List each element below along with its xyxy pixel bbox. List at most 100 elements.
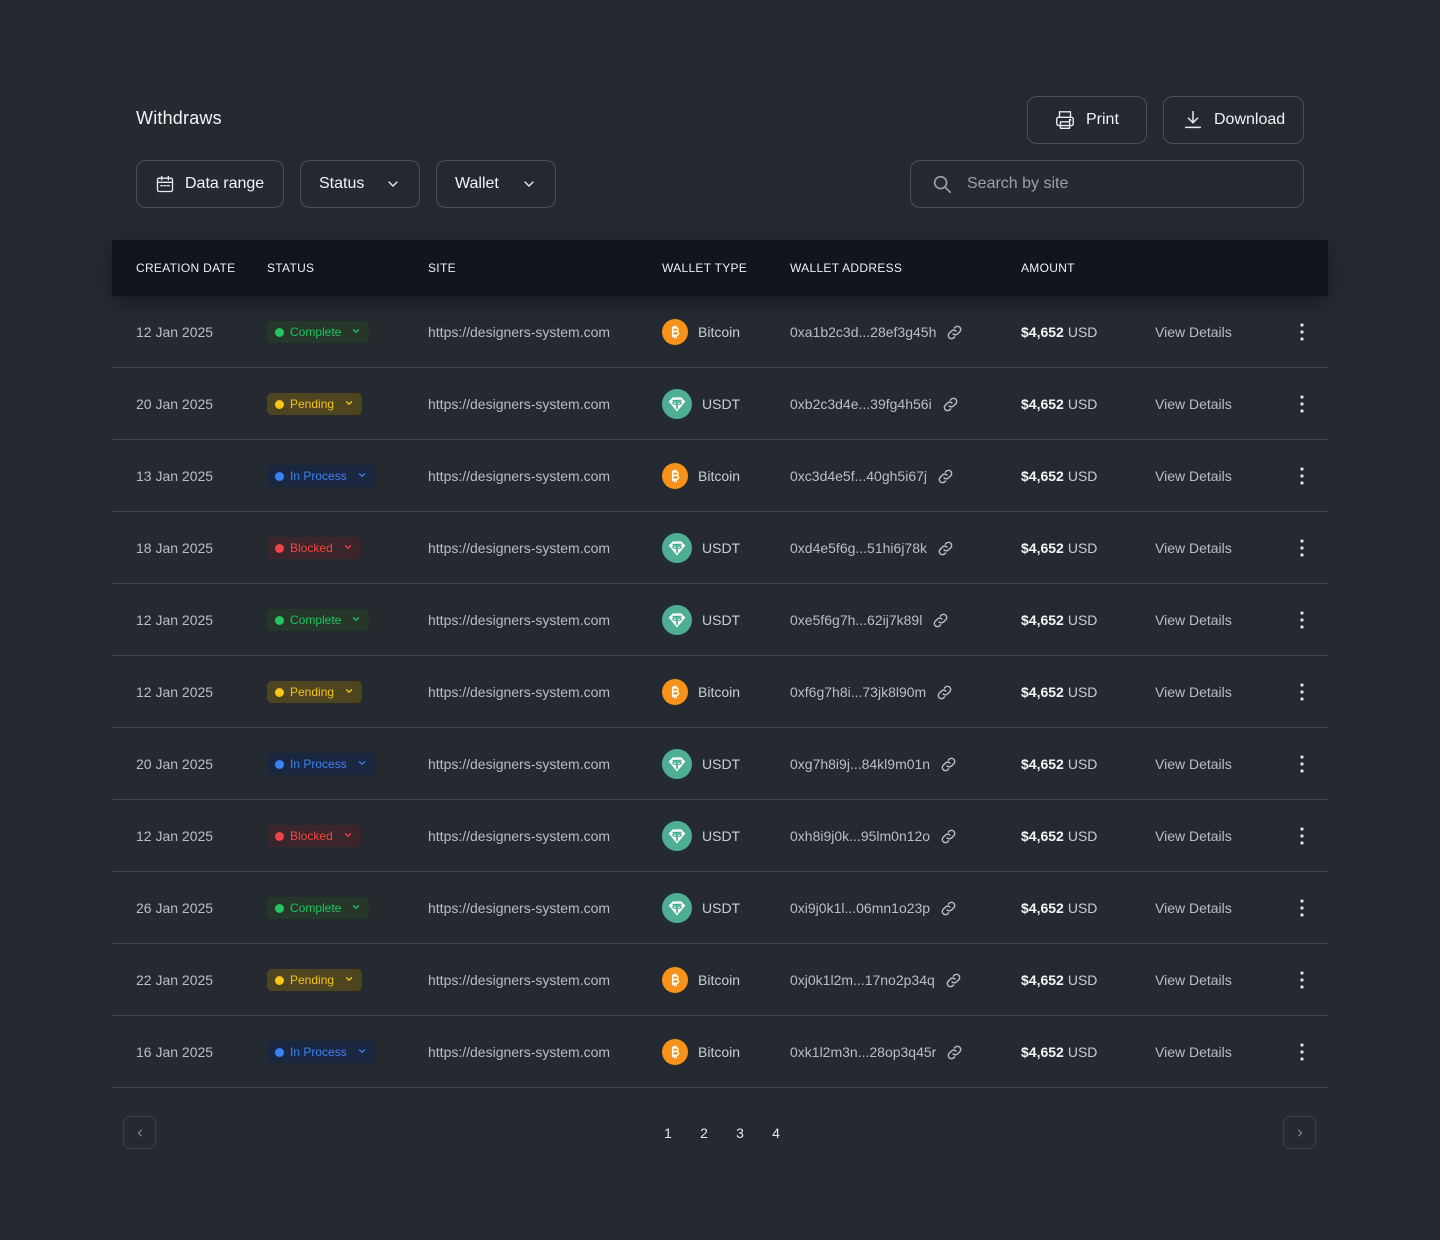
status-cell: Pending	[267, 944, 363, 1016]
status-badge[interactable]: Pending	[267, 969, 363, 991]
link-icon[interactable]	[942, 396, 959, 413]
download-button[interactable]: Download	[1163, 96, 1304, 144]
link-icon[interactable]	[940, 900, 957, 917]
view-details-link[interactable]: View Details	[1155, 656, 1232, 728]
status-badge[interactable]: Blocked	[267, 537, 361, 559]
bitcoin-icon	[662, 1039, 688, 1065]
table-row: 12 Jan 2025 Complete https://designers-sys…	[112, 296, 1328, 368]
status-badge[interactable]: Complete	[267, 609, 370, 631]
view-details-link[interactable]: View Details	[1155, 440, 1232, 512]
status-dot	[275, 903, 284, 913]
link-icon[interactable]	[945, 972, 962, 989]
link-icon[interactable]	[937, 540, 954, 557]
view-details-link[interactable]: View Details	[1155, 872, 1232, 944]
wallet-address: 0xk1l2m3n...28op3q45r	[790, 1016, 963, 1088]
column-header-wallet-address[interactable]: WALLET ADDRESS	[790, 240, 902, 296]
status-filter[interactable]: Status	[300, 160, 420, 208]
previous-page-button[interactable]	[123, 1116, 156, 1149]
more-options-icon[interactable]	[1292, 512, 1312, 584]
view-details-link[interactable]: View Details	[1155, 728, 1232, 800]
page-number[interactable]: 3	[722, 1125, 758, 1141]
wallet-address: 0xb2c3d4e...39fg4h56i	[790, 368, 959, 440]
more-options-icon[interactable]	[1292, 800, 1312, 872]
chevron-down-icon	[524, 181, 534, 187]
next-page-button[interactable]	[1283, 1116, 1316, 1149]
more-options-icon[interactable]	[1292, 728, 1312, 800]
more-options-icon[interactable]	[1292, 656, 1312, 728]
wallet-type: Bitcoin	[662, 656, 740, 728]
link-icon[interactable]	[940, 828, 957, 845]
link-icon[interactable]	[936, 684, 953, 701]
site-url: https://designers-system.com	[428, 900, 611, 916]
status-badge[interactable]: Complete	[267, 321, 370, 343]
more-options-icon[interactable]	[1292, 872, 1312, 944]
search-input[interactable]	[967, 175, 1267, 193]
status-badge[interactable]: Pending	[267, 393, 363, 415]
amount-value: $4,652	[1021, 612, 1064, 628]
view-details-link[interactable]: View Details	[1155, 296, 1232, 368]
status-badge[interactable]: Complete	[267, 897, 370, 919]
column-header-amount[interactable]: AMOUNT	[1021, 240, 1075, 296]
column-header-site[interactable]: SITE	[428, 240, 456, 296]
status-badge[interactable]: In Process	[267, 465, 375, 487]
view-details-link[interactable]: View Details	[1155, 368, 1232, 440]
more-options-icon[interactable]	[1292, 1016, 1312, 1088]
status-badge[interactable]: Blocked	[267, 825, 361, 847]
wallet-type: USDT	[662, 368, 740, 440]
view-details-link[interactable]: View Details	[1155, 800, 1232, 872]
chevron-down-icon	[388, 181, 398, 187]
column-header-status[interactable]: STATUS	[267, 240, 314, 296]
more-options-icon[interactable]	[1292, 944, 1312, 1016]
view-details-link[interactable]: View Details	[1155, 512, 1232, 584]
page-number[interactable]: 1	[650, 1125, 686, 1141]
wallet-address-value: 0xa1b2c3d...28ef3g45h	[790, 324, 937, 340]
date-range-filter[interactable]: Data range	[136, 160, 284, 208]
chevron-down-icon	[343, 541, 353, 555]
print-button[interactable]: Print	[1027, 96, 1147, 144]
search-box[interactable]	[910, 160, 1304, 208]
creation-date: 16 Jan 2025	[136, 1044, 214, 1060]
status-badge[interactable]: Pending	[267, 681, 363, 703]
amount-value: $4,652	[1021, 396, 1064, 412]
view-details-link[interactable]: View Details	[1155, 1016, 1232, 1088]
wallet-type: USDT	[662, 728, 740, 800]
link-icon[interactable]	[946, 1044, 963, 1061]
page-number[interactable]: 2	[686, 1125, 722, 1141]
page-number[interactable]: 4	[758, 1125, 794, 1141]
status-dot	[275, 615, 284, 625]
status-badge[interactable]: In Process	[267, 753, 375, 775]
more-options-icon[interactable]	[1292, 584, 1312, 656]
view-details-link[interactable]: View Details	[1155, 944, 1232, 1016]
status-filter-label: Status	[319, 175, 365, 192]
status-label: In Process	[290, 469, 347, 483]
amount-value: $4,652	[1021, 468, 1064, 484]
wallet-type: USDT	[662, 872, 740, 944]
download-label: Download	[1214, 111, 1286, 128]
amount-currency: USD	[1067, 756, 1098, 772]
wallet-filter[interactable]: Wallet	[436, 160, 556, 208]
wallet-address-value: 0xi9j0k1l...06mn1o23p	[790, 900, 931, 916]
wallet-address-value: 0xj0k1l2m...17no2p34q	[790, 972, 935, 988]
wallet-type-label: Bitcoin	[698, 1044, 741, 1060]
wallet-address: 0xe5f6g7h...62ij7k89l	[790, 584, 949, 656]
chevron-right-icon	[1297, 1129, 1302, 1136]
more-options-icon[interactable]	[1292, 368, 1312, 440]
more-options-icon[interactable]	[1292, 296, 1312, 368]
link-icon[interactable]	[932, 612, 949, 629]
view-details-link[interactable]: View Details	[1155, 584, 1232, 656]
status-dot	[275, 399, 284, 409]
column-header-wallet-type[interactable]: WALLET TYPE	[662, 240, 747, 296]
print-label: Print	[1086, 111, 1119, 128]
status-cell: Blocked	[267, 512, 361, 584]
wallet-address: 0xd4e5f6g...51hi6j78k	[790, 512, 954, 584]
status-badge[interactable]: In Process	[267, 1041, 375, 1063]
amount-value: $4,652	[1021, 828, 1064, 844]
link-icon[interactable]	[946, 324, 963, 341]
column-header-creation-date[interactable]: CREATION DATE	[136, 240, 235, 296]
wallet-type: Bitcoin	[662, 440, 740, 512]
link-icon[interactable]	[940, 756, 957, 773]
site-url: https://designers-system.com	[428, 612, 611, 628]
more-options-icon[interactable]	[1292, 440, 1312, 512]
link-icon[interactable]	[937, 468, 954, 485]
chevron-down-icon	[357, 1045, 367, 1059]
